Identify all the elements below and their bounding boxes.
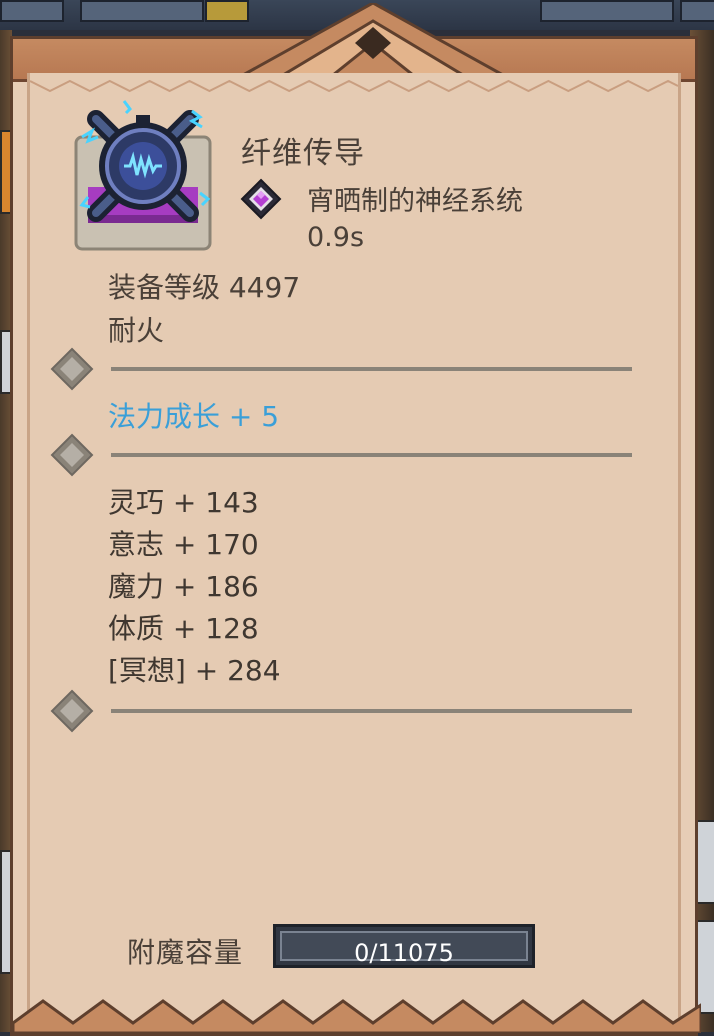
divider-diamond-icon xyxy=(50,433,94,477)
card-crest-ornament xyxy=(243,3,503,75)
stat-line: 灵巧 + 143 xyxy=(108,486,259,519)
card-bottom-zigzag xyxy=(13,999,701,1033)
item-name: 纤维传导 xyxy=(241,136,365,171)
magic-growth-stat: 法力成长 + 5 xyxy=(108,400,280,433)
divider-line xyxy=(111,453,632,457)
stat-line: 体质 + 128 xyxy=(108,612,259,645)
divider-diamond-icon xyxy=(50,347,94,391)
enchant-capacity-label: 附魔容量 xyxy=(127,936,244,969)
card-top-zigzag xyxy=(30,79,678,93)
socket-cooldown: 0.9s xyxy=(307,222,365,253)
purple-gem-icon xyxy=(240,178,282,220)
socket-gem-name: 宵晒制的神经系统 xyxy=(307,186,523,217)
enchant-capacity-value: 0/11075 xyxy=(354,939,454,967)
enchant-bar-track: 0/11075 xyxy=(280,931,528,967)
stat-line: 意志 + 170 xyxy=(108,528,259,561)
stat-line: [冥想] + 284 xyxy=(108,654,281,687)
divider-line xyxy=(111,709,632,713)
divider-diamond-icon xyxy=(50,689,94,733)
stat-line: 魔力 + 186 xyxy=(108,570,259,603)
enchant-capacity-bar: 0/11075 xyxy=(273,924,535,968)
item-affix: 耐火 xyxy=(108,314,165,347)
mechanical-core-icon xyxy=(74,100,212,251)
equip-level: 装备等级 4497 xyxy=(108,271,301,304)
divider-line xyxy=(111,367,632,371)
